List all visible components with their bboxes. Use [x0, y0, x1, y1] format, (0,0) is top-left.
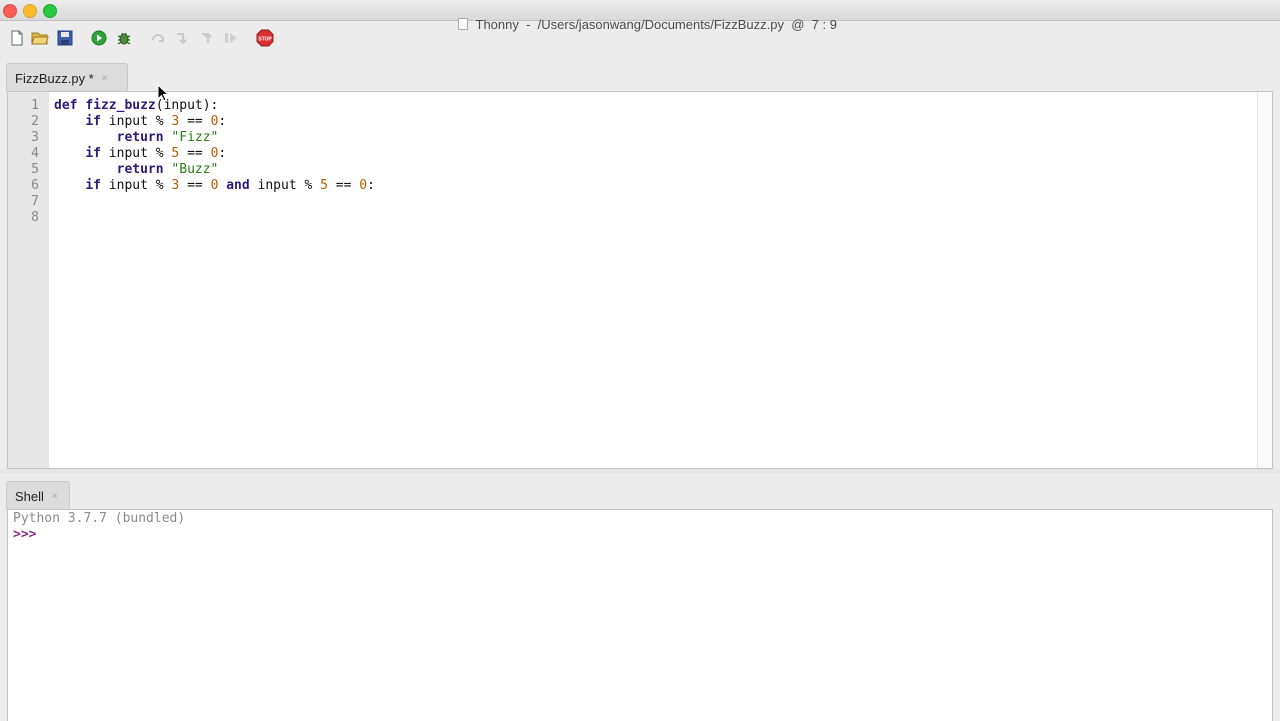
code-token: == [327, 178, 360, 193]
code-line[interactable]: if input % 3 == 0: [54, 114, 226, 130]
code-editor[interactable]: 12345678 def fizz_buzz(input): if input … [7, 91, 1273, 469]
code-token: if [85, 178, 101, 193]
shell-console[interactable]: Python 3.7.7 (bundled) >>> [7, 509, 1273, 721]
code-token: input % [100, 146, 172, 161]
debug-icon[interactable] [115, 29, 133, 47]
code-token: fizz_buzz [85, 98, 156, 113]
stop-label: STOP [258, 37, 272, 43]
line-number: 2 [31, 114, 39, 129]
line-number-gutter: 12345678 [8, 92, 49, 468]
line-number: 3 [31, 130, 39, 145]
editor-scrollbar[interactable] [1257, 92, 1272, 468]
code-line[interactable]: return "Buzz" [54, 162, 219, 178]
step-over-icon [149, 29, 167, 47]
code-token: 0 [359, 178, 368, 193]
code-token: "Buzz" [171, 162, 219, 177]
code-token: == [179, 146, 211, 161]
open-folder-icon[interactable] [31, 29, 49, 47]
code-token: input % [100, 114, 172, 129]
stop-icon[interactable]: STOP [256, 29, 274, 47]
window-titlebar: Thonny - /Users/jasonwang/Documents/Fizz… [0, 0, 1280, 32]
line-number: 4 [31, 146, 39, 161]
code-token: input % [249, 178, 321, 193]
code-line[interactable]: if input % 3 == 0 and input % 5 == 0: [54, 178, 375, 194]
new-file-icon[interactable] [8, 29, 26, 47]
step-out-icon [198, 29, 216, 47]
close-icon[interactable]: × [52, 491, 58, 502]
line-number: 5 [31, 162, 39, 177]
tab-label: Shell [15, 488, 44, 504]
save-icon[interactable] [56, 29, 74, 47]
pane-divider[interactable] [0, 469, 1280, 473]
mouse-cursor-icon [157, 84, 169, 102]
code-token: : [218, 146, 227, 161]
shell-prompt: >>> [13, 527, 37, 542]
line-number: 7 [31, 194, 39, 209]
code-token: return [116, 162, 164, 177]
code-token: : [367, 178, 375, 193]
toolbar: STOP [0, 21, 1280, 55]
line-number: 8 [31, 210, 39, 225]
resume-icon [222, 29, 240, 47]
code-token: : [218, 114, 227, 129]
code-token: 5 [320, 178, 328, 193]
code-token: == [179, 178, 211, 193]
code-line[interactable]: return "Fizz" [54, 130, 219, 146]
code-token: if [85, 114, 101, 129]
code-token: def [54, 98, 78, 113]
code-line[interactable]: if input % 5 == 0: [54, 146, 226, 162]
code-token: "Fizz" [171, 130, 219, 145]
tab-shell[interactable]: Shell × [6, 481, 70, 510]
run-icon[interactable] [90, 29, 108, 47]
step-into-icon [173, 29, 191, 47]
shell-banner: Python 3.7.7 (bundled) [13, 511, 186, 526]
tab-label: FizzBuzz.py * [15, 70, 94, 86]
close-icon[interactable]: × [102, 73, 108, 84]
code-token: and [226, 178, 250, 193]
tab-fizzbuzz-py[interactable]: FizzBuzz.py * × [6, 63, 128, 92]
code-token: if [85, 146, 101, 161]
line-number: 1 [31, 98, 39, 113]
code-token: return [116, 130, 164, 145]
code-token: input % [100, 178, 172, 193]
line-number: 6 [31, 178, 39, 193]
code-token: == [179, 114, 211, 129]
code-line[interactable]: def fizz_buzz(input): [54, 98, 218, 114]
